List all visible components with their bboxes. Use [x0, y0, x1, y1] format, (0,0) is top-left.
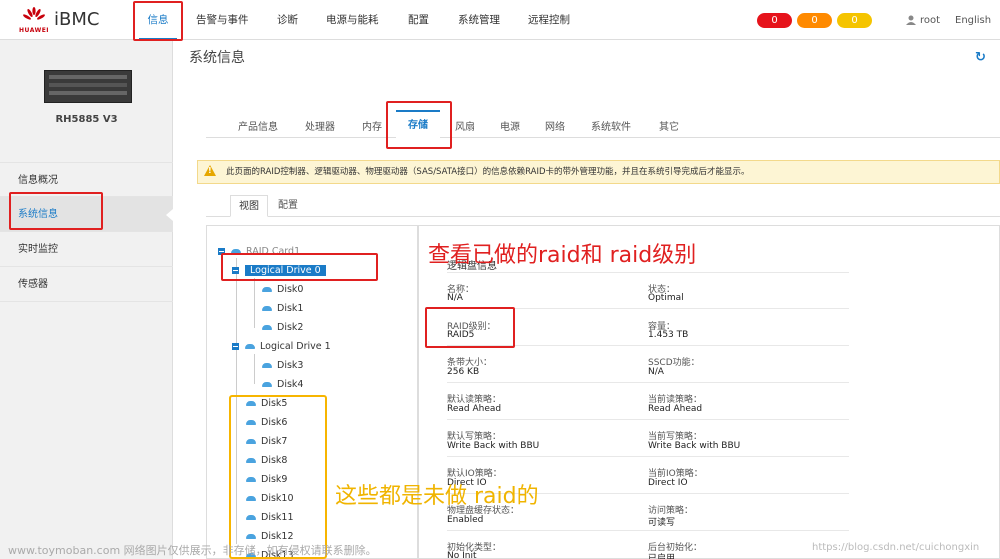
- logo-text: HUAWEI: [19, 27, 50, 34]
- language-switch[interactable]: English: [955, 15, 991, 26]
- tree-node-disk[interactable]: Disk3: [262, 356, 303, 375]
- sidebar-item-monitor[interactable]: 实时监控: [0, 232, 173, 267]
- disk-icon: [262, 363, 272, 368]
- annotation-text: 查看已做的raid和 raid级别: [428, 243, 697, 268]
- highlight-box: [425, 307, 515, 348]
- server-image: [44, 70, 132, 103]
- highlight-box: [229, 395, 327, 559]
- disk-icon: [262, 382, 272, 387]
- field-value: Direct IO: [648, 478, 688, 488]
- tree-line: [254, 278, 255, 328]
- tabs-divider: [206, 137, 1000, 138]
- username[interactable]: root: [920, 15, 940, 26]
- divider: [447, 272, 849, 273]
- disk-icon: [262, 325, 272, 330]
- nav-config[interactable]: 配置: [408, 0, 429, 40]
- annotation-text: 这些都是未做 raid的: [335, 484, 539, 509]
- field-value: 可读写: [648, 518, 676, 528]
- disk-icon: [262, 306, 272, 311]
- highlight-box: [133, 1, 183, 41]
- tree-node-disk[interactable]: Disk1: [262, 299, 303, 318]
- tab-network[interactable]: 网络: [545, 118, 565, 133]
- warning-banner: 此页面的RAID控制器、逻辑驱动器、物理驱动器（SAS/SATA接口）的信息依赖…: [197, 160, 1000, 184]
- tree-node-disk[interactable]: Disk0: [262, 280, 303, 299]
- tab-memory[interactable]: 内存: [362, 118, 382, 133]
- server-model: RH5885 V3: [55, 114, 118, 125]
- nav-power[interactable]: 电源与能耗: [326, 0, 379, 40]
- watermark: https://blog.csdn.net/cuichongxin: [812, 542, 980, 553]
- subtab-view[interactable]: 视图: [230, 195, 268, 217]
- divider: [447, 382, 849, 383]
- field-value: 1.453 TB: [648, 330, 689, 340]
- minor-alarm-badge[interactable]: 0: [837, 13, 872, 28]
- field-value: 256 KB: [447, 367, 480, 377]
- subtab-config[interactable]: 配置: [270, 195, 306, 217]
- tree-line: [254, 354, 255, 384]
- nav-diagnosis[interactable]: 诊断: [277, 0, 298, 40]
- nav-system-mgmt[interactable]: 系统管理: [458, 0, 500, 40]
- subtabs-divider: [206, 216, 1000, 217]
- field-value: Enabled: [447, 515, 484, 525]
- divider: [447, 456, 849, 457]
- user-icon: [906, 15, 916, 25]
- highlight-box: [386, 101, 452, 149]
- sidebar-item-sensors[interactable]: 传感器: [0, 267, 173, 302]
- field-value: Read Ahead: [447, 404, 502, 414]
- warning-mark: !: [208, 166, 212, 175]
- field-value: Read Ahead: [648, 404, 703, 414]
- nav-remote-control[interactable]: 远程控制: [528, 0, 570, 40]
- app-brand: iBMC: [54, 9, 100, 30]
- logical-drive-icon: [245, 344, 255, 349]
- collapse-icon[interactable]: [232, 343, 239, 350]
- page-title: 系统信息: [189, 50, 245, 66]
- field-value: N/A: [648, 367, 664, 377]
- field-value: 已启用: [648, 554, 676, 559]
- field-value: Optimal: [648, 293, 684, 303]
- field-value: Write Back with BBU: [648, 441, 741, 451]
- nav-alarms[interactable]: 告警与事件: [196, 0, 249, 40]
- refresh-icon[interactable]: ↻: [975, 50, 986, 65]
- tab-power[interactable]: 电源: [500, 118, 520, 133]
- active-pointer-icon: [166, 209, 173, 221]
- tab-product[interactable]: 产品信息: [238, 118, 278, 133]
- highlight-box: [9, 192, 103, 230]
- tab-other[interactable]: 其它: [659, 118, 679, 133]
- field-value: No Init: [447, 551, 477, 559]
- tree-node-ld1[interactable]: Logical Drive 1: [232, 337, 331, 356]
- tab-fan[interactable]: 风扇: [455, 118, 475, 133]
- disk-icon: [262, 287, 272, 292]
- highlight-box: [221, 253, 378, 281]
- critical-alarm-badge[interactable]: 0: [757, 13, 792, 28]
- tab-cpu[interactable]: 处理器: [305, 118, 335, 133]
- tree-node-disk[interactable]: Disk4: [262, 375, 303, 394]
- tab-system-software[interactable]: 系统软件: [591, 118, 631, 133]
- major-alarm-badge[interactable]: 0: [797, 13, 832, 28]
- divider: [447, 530, 849, 531]
- field-value: N/A: [447, 293, 463, 303]
- divider: [447, 419, 849, 420]
- watermark: www.toymoban.com 网络图片仅供展示，非存储，如有侵权请联系删除。: [8, 544, 377, 557]
- tree-node-disk[interactable]: Disk2: [262, 318, 303, 337]
- huawei-logo-icon: [23, 7, 45, 20]
- field-value: Write Back with BBU: [447, 441, 540, 451]
